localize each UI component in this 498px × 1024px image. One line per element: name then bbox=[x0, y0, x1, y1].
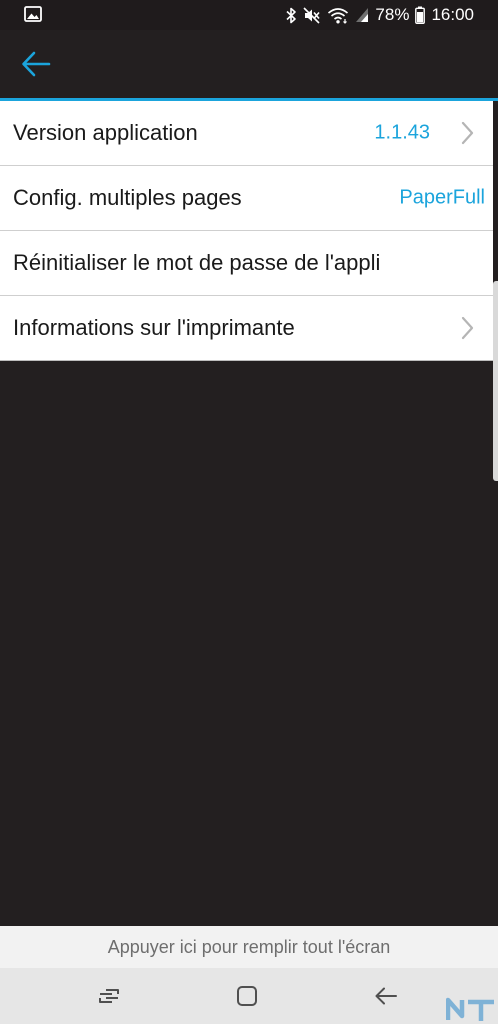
fullscreen-hint-text: Appuyer ici pour remplir tout l'écran bbox=[107, 936, 391, 957]
printer-info-label: Informations sur l'imprimante bbox=[13, 315, 295, 340]
mute-icon bbox=[303, 6, 321, 24]
app-version-value: 1.1.43 bbox=[374, 121, 430, 144]
back-button[interactable] bbox=[14, 44, 58, 84]
fullscreen-hint-bar[interactable]: Appuyer ici pour remplir tout l'écran bbox=[0, 926, 498, 968]
reset-password-label: Réinitialiser le mot de passe de l'appli bbox=[13, 250, 381, 275]
recents-button[interactable] bbox=[89, 980, 129, 1012]
settings-row-printer-info[interactable]: Informations sur l'imprimante bbox=[0, 296, 493, 361]
home-icon bbox=[237, 986, 257, 1006]
status-bar: 78% 16:00 bbox=[0, 0, 498, 30]
system-nav-bar bbox=[0, 968, 498, 1024]
recents-icon bbox=[99, 989, 119, 1003]
watermark-logo bbox=[446, 997, 494, 1021]
clock: 16:00 bbox=[431, 5, 474, 24]
scrollbar[interactable] bbox=[493, 281, 498, 481]
settings-list: Version application 1.1.43 Config. multi… bbox=[0, 101, 493, 361]
app-version-label: Version application bbox=[13, 120, 198, 145]
multipage-config-label: Config. multiples pages bbox=[13, 185, 242, 210]
wifi-icon bbox=[327, 7, 349, 24]
back-icon bbox=[375, 987, 397, 1005]
chevron-right-icon bbox=[461, 121, 474, 145]
settings-row-multipage-config[interactable]: Config. multiples pages PaperFull bbox=[0, 166, 493, 231]
system-back-button[interactable] bbox=[366, 980, 406, 1012]
chevron-right-icon bbox=[461, 316, 474, 340]
battery-percent: 78% bbox=[375, 5, 410, 24]
battery-icon bbox=[415, 6, 426, 24]
gallery-notification-icon bbox=[24, 6, 42, 27]
signal-icon bbox=[355, 7, 369, 23]
arrow-left-icon bbox=[22, 51, 51, 77]
home-button[interactable] bbox=[227, 980, 267, 1012]
multipage-config-value: PaperFull bbox=[399, 186, 485, 209]
settings-row-app-version[interactable]: Version application 1.1.43 bbox=[0, 101, 493, 166]
bluetooth-icon bbox=[286, 7, 297, 24]
status-icons: 78% 16:00 bbox=[286, 0, 474, 30]
app-bar bbox=[0, 30, 498, 98]
settings-row-reset-password[interactable]: Réinitialiser le mot de passe de l'appli bbox=[0, 231, 493, 296]
screen: 78% 16:00 Version application 1.1.43 Con… bbox=[0, 0, 498, 1024]
